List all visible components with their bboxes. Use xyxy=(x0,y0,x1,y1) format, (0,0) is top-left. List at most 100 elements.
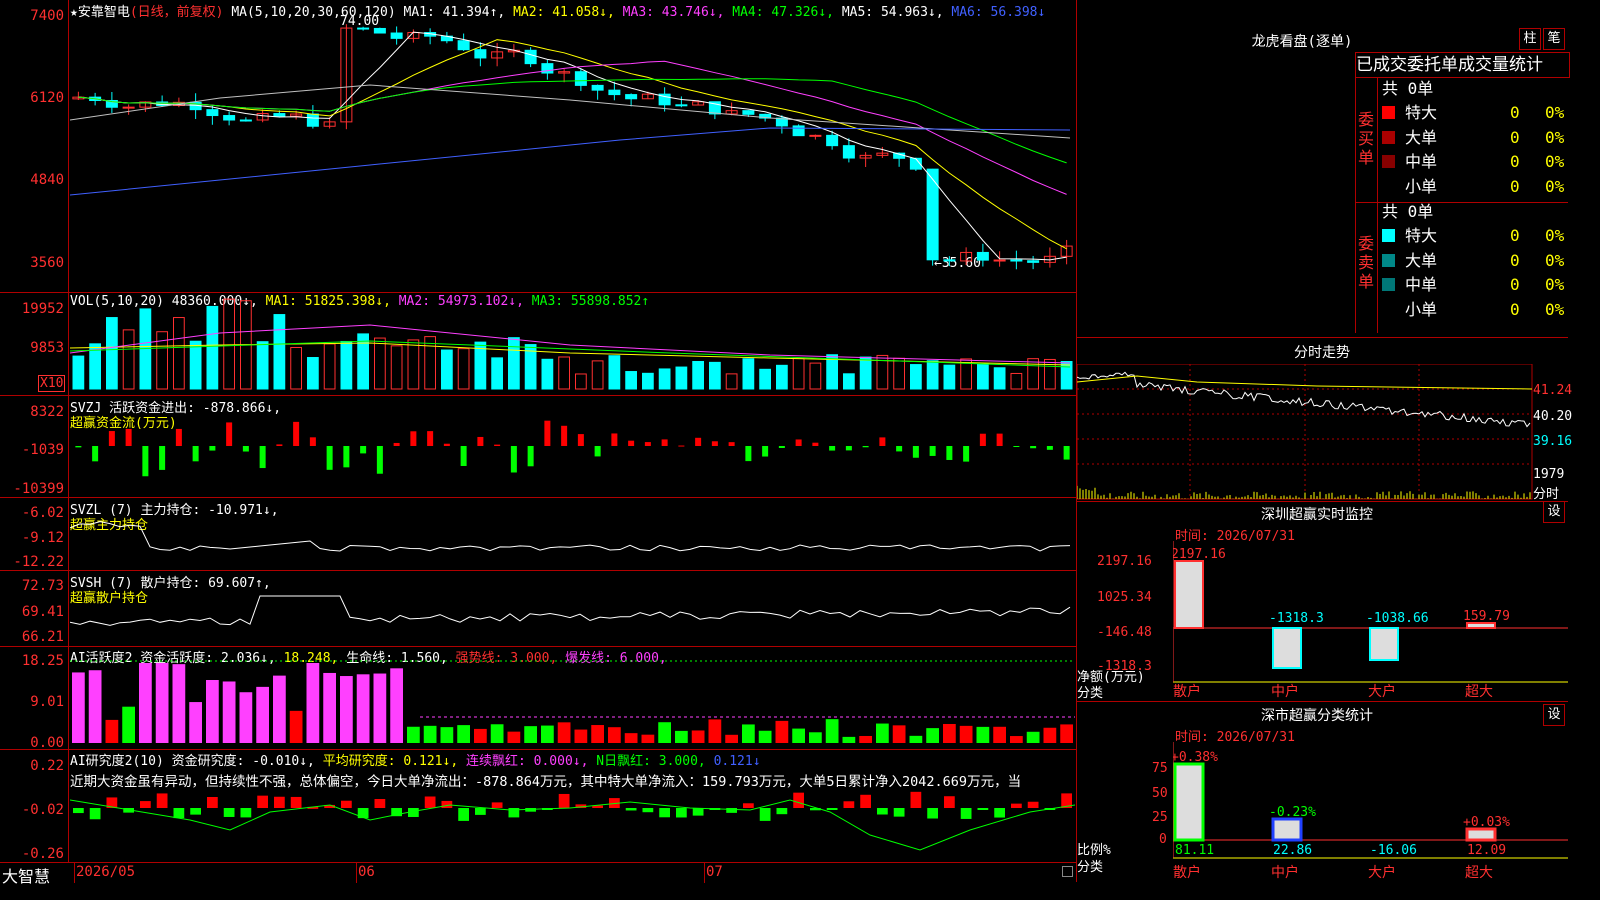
candle-body xyxy=(976,251,989,261)
stats-tab-bar[interactable]: 已成交委托单成交量统计 xyxy=(1355,52,1570,78)
ma-line xyxy=(70,84,1071,139)
ai2-y-label: 0.22 xyxy=(30,758,64,774)
row-value: 0 xyxy=(1510,127,1520,147)
row-value: 0 xyxy=(1510,152,1520,171)
monitor-bars-svg[interactable]: 2197.16 散户 -1318.3 中户 -1038.66 大户 159.79 超大 xyxy=(1173,541,1568,701)
row-value: 0 xyxy=(1510,103,1520,122)
row-pct: 0% xyxy=(1545,176,1565,196)
research-bar xyxy=(960,808,972,819)
activity-bar xyxy=(708,719,722,743)
candlestick-svg[interactable] xyxy=(70,0,1075,292)
flow-bar xyxy=(242,446,249,452)
flow-bar xyxy=(711,441,718,446)
candle-body xyxy=(390,32,403,39)
svzj-bars-svg[interactable] xyxy=(70,396,1075,497)
flow-bar xyxy=(661,439,668,446)
price-panel[interactable]: 7400 6120 4840 3560 ★安靠智电(日线，前复权) MA(5,1… xyxy=(0,0,1076,293)
activity-bar xyxy=(490,724,504,743)
volume-bar xyxy=(290,346,302,390)
candle-body xyxy=(826,134,839,147)
research-bar xyxy=(893,808,905,817)
activity-bar xyxy=(608,727,621,743)
volume-bar xyxy=(223,298,235,390)
bar-mode-button[interactable]: 柱 xyxy=(1519,28,1541,50)
activity-bar xyxy=(139,663,152,743)
sz-monitor-panel[interactable]: 深圳超赢实时监控 设 时间: 2026/07/31 2197.16 1025.3… xyxy=(1077,501,1568,702)
intraday-chart-svg[interactable] xyxy=(1077,364,1533,500)
order-row: 特大 0 0% xyxy=(1382,224,1564,248)
volume-bar xyxy=(742,358,755,390)
svzl-line-svg[interactable] xyxy=(70,498,1075,570)
category-label: 超大 xyxy=(1465,865,1493,881)
ai1-y-label: 18.25 xyxy=(21,653,64,669)
research-bar xyxy=(240,808,252,818)
activity-bar xyxy=(457,725,470,743)
research-bar xyxy=(207,797,218,808)
candle-body xyxy=(239,119,252,122)
svzl-panel[interactable]: -6.02 -9.12 -12.22 SVZL (7) 主力持仓: -10.97… xyxy=(0,498,1076,571)
svsh-panel[interactable]: 72.73 69.41 66.21 SVSH (7) 散户持仓: 69.607↑… xyxy=(0,571,1076,647)
color-swatch xyxy=(1382,278,1395,291)
flow-bar xyxy=(460,446,467,466)
volume-panel[interactable]: 19952 9853 X10 VOL(5,10,20) 48360.000↓, … xyxy=(0,293,1076,396)
flow-bar xyxy=(410,431,417,446)
activity-bar xyxy=(624,733,638,743)
volume-bar xyxy=(943,364,956,390)
sz-class-panel[interactable]: 深市超赢分类统计 设 时间: 2026/07/31 75 50 25 0 比例%… xyxy=(1077,702,1568,882)
research-bar xyxy=(692,808,704,816)
research-bar xyxy=(977,808,989,810)
main-position-line xyxy=(70,521,1071,552)
kline-chart-area[interactable]: 7400 6120 4840 3560 ★安靠智电(日线，前复权) MA(5,1… xyxy=(0,0,1077,886)
lock-icon[interactable] xyxy=(1062,866,1073,877)
activity-bar xyxy=(340,676,353,743)
intraday-price-label: 41.24 xyxy=(1533,383,1573,398)
class-title: 深市超赢分类统计 xyxy=(1261,708,1373,724)
volume-bar xyxy=(926,360,939,390)
price-line xyxy=(1077,371,1531,428)
ai-research-svg[interactable] xyxy=(70,750,1075,862)
volume-bar xyxy=(122,329,135,390)
price-y-label: 3560 xyxy=(30,255,64,271)
ai-activity-panel[interactable]: 18.25 9.01 0.00 AI活跃度2 资金活跃度: 2.036↓, 18… xyxy=(0,647,1076,751)
research-line xyxy=(70,799,1075,851)
flow-bar xyxy=(845,446,852,451)
activity-bar xyxy=(675,730,688,743)
volume-bars-svg[interactable] xyxy=(70,293,1075,395)
svzj-y-label: -10399 xyxy=(13,481,64,497)
flow-bar xyxy=(125,428,132,446)
category-label: 中户 xyxy=(1271,864,1299,881)
flow-bar xyxy=(75,446,82,448)
ai-research-panel[interactable]: 0.22 -0.02 -0.26 AI研究度2(10) 资金研究度: -0.01… xyxy=(0,750,1076,862)
class-settings-button[interactable]: 设 xyxy=(1543,704,1565,726)
monitor-settings-button[interactable]: 设 xyxy=(1543,501,1565,523)
research-bar xyxy=(944,796,955,808)
research-bar xyxy=(826,808,838,810)
svzj-panel[interactable]: 8322 -1039 -10399 SVZJ 活跃资金进出: -878.866↓… xyxy=(0,396,1076,498)
candle-body xyxy=(842,145,855,159)
intraday-unit-label: 分时 xyxy=(1533,487,1560,502)
flow-bar xyxy=(795,439,802,446)
volume-bar xyxy=(625,371,637,390)
research-bar xyxy=(140,801,151,808)
volume-bar xyxy=(591,360,604,390)
flow-bar xyxy=(778,446,785,448)
net-bar-label: 2197.16 xyxy=(1173,547,1226,562)
ratio-value-label: 12.09 xyxy=(1467,843,1506,858)
activity-bar xyxy=(356,674,370,743)
class-bars-svg[interactable]: +0.38% 81.11 散户 -0.23% 22.86 中户 -16.06 大户 +0.03%… xyxy=(1173,742,1568,882)
monitor-title: 深圳超赢实时监控 xyxy=(1261,507,1373,523)
candle-body xyxy=(206,109,219,117)
svsh-line-svg[interactable] xyxy=(70,571,1075,646)
tick-mode-button[interactable]: 笔 xyxy=(1543,28,1565,50)
intraday-panel[interactable]: 分时走势 41.24 40.20 39.16 1979 分时 xyxy=(1077,337,1572,502)
volume-bar xyxy=(106,317,118,390)
volume-bar xyxy=(340,340,353,390)
activity-bar xyxy=(289,710,303,743)
activity-bar xyxy=(591,725,604,743)
volume-bar xyxy=(457,348,470,390)
ai-activity-svg[interactable] xyxy=(70,647,1075,749)
flow-bar xyxy=(979,433,986,446)
activity-bar xyxy=(306,663,320,743)
activity-bar xyxy=(792,728,805,743)
category-label: 中户 xyxy=(1271,683,1299,700)
